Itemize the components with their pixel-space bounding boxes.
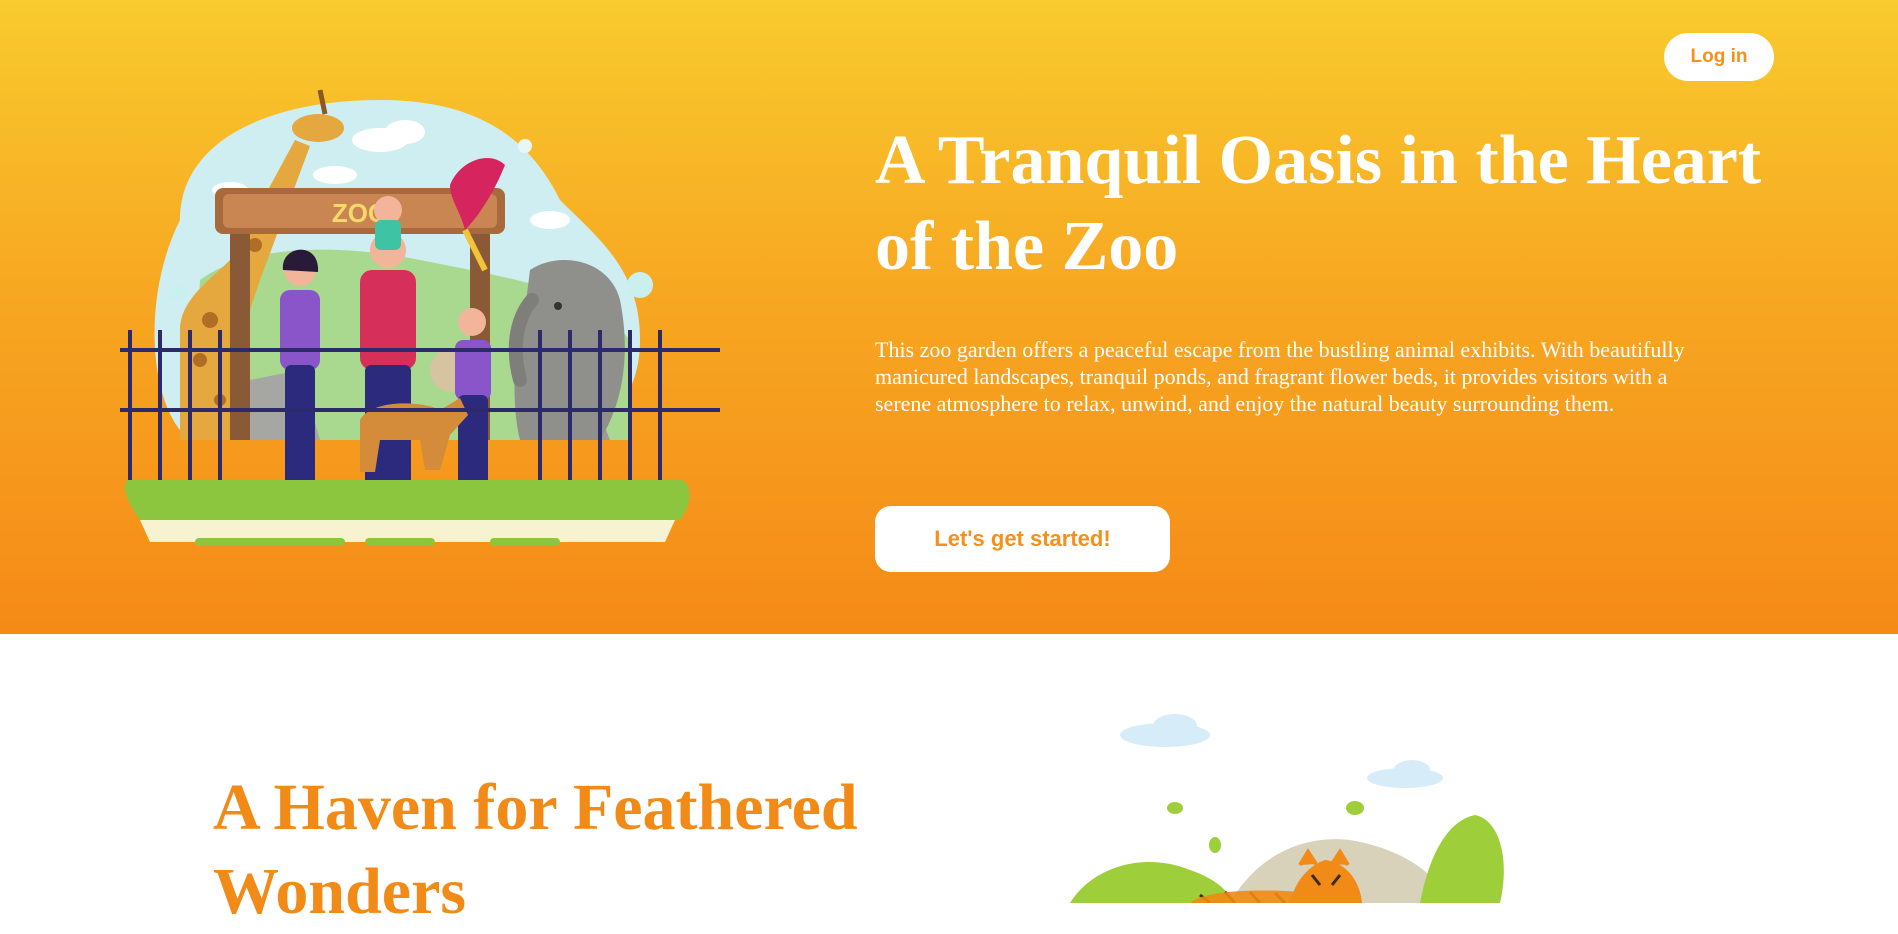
tiger-illustration [1070,714,1504,903]
login-button[interactable]: Log in [1664,33,1774,81]
get-started-button[interactable]: Let's get started! [875,506,1170,572]
hero-title: A Tranquil Oasis in the Heart of the Zoo [875,122,1762,285]
section-title: A Haven for Feathered Wonders [213,771,858,928]
hero-description: This zoo garden offers a peaceful escape… [875,337,1685,416]
zoo-family-illustration: ZOO [120,89,720,546]
hero-section: Log in ZOO A Tranquil Oasis in the Heart… [0,0,1898,634]
